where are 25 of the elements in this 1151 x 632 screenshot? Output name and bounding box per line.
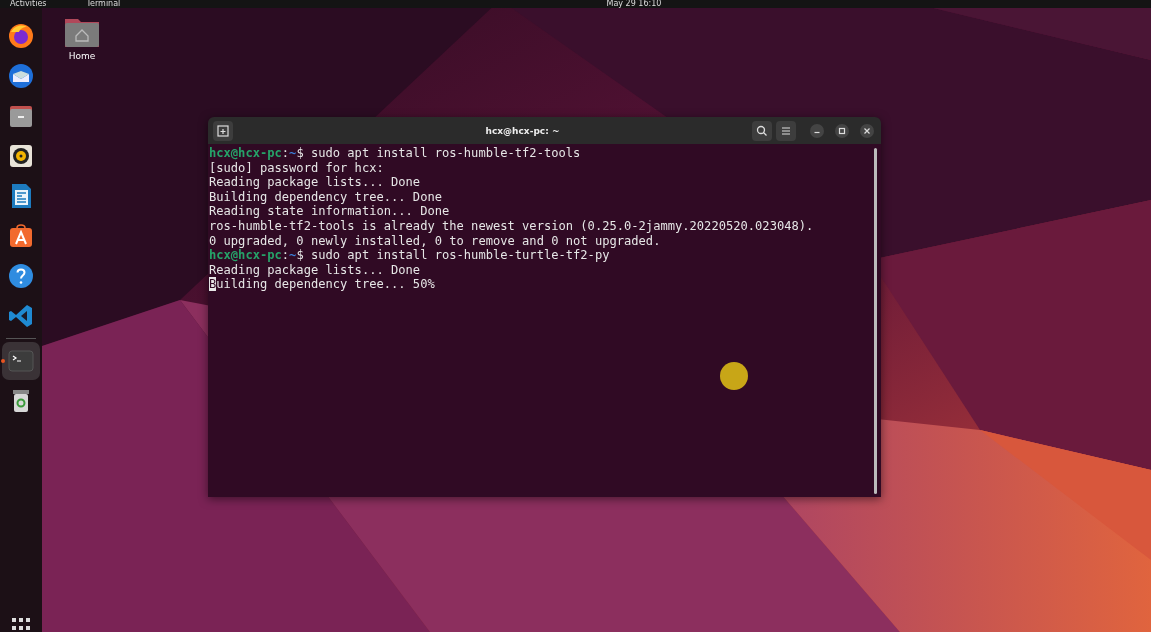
speaker-icon[interactable] (7, 142, 35, 170)
clock[interactable]: May 29 16:10 (606, 0, 662, 8)
output-line: Reading state information... Done (209, 204, 450, 219)
app-menu[interactable]: Terminal (86, 0, 121, 8)
firefox-icon[interactable] (7, 22, 35, 50)
output-line: Reading package lists... Done (209, 262, 421, 278)
app-grid-icon[interactable] (12, 618, 30, 632)
window-title: hcx@hcx-pc: ~ (484, 125, 561, 136)
desktop-icon-label[interactable]: Home (68, 51, 96, 61)
output-line: Building dependency tree... 50% (209, 277, 435, 292)
running-indicator (1, 359, 5, 363)
output-line: Building dependency tree... Done (209, 189, 442, 205)
shopping-bag-icon[interactable] (7, 222, 35, 250)
output-line: 0 upgraded, 0 newly installed, 0 to remove and 0 not upgraded. (209, 233, 661, 249)
home-folder-icon[interactable] (64, 16, 100, 48)
output-line: [sudo] password for hcx: (209, 160, 384, 176)
command-line: hcx@hcx-pc:~$ sudo apt install ros-humble-tf2-tools (209, 146, 581, 161)
command-line: hcx@hcx-pc:~$ sudo apt install ros-humble-turtle-tf2-py (209, 248, 610, 263)
envelope-icon[interactable] (7, 62, 35, 90)
output-line: Reading package lists... Done (209, 175, 421, 190)
scrollbar[interactable] (874, 148, 877, 494)
code-editor-icon[interactable] (7, 302, 35, 330)
activities-button[interactable]: Activities (10, 0, 47, 8)
output-line: ros-humble-tf2-tools is already the newest version (0.25.0-2jammy.20220520.023048). (209, 218, 814, 234)
question-mark-icon[interactable] (7, 262, 35, 290)
